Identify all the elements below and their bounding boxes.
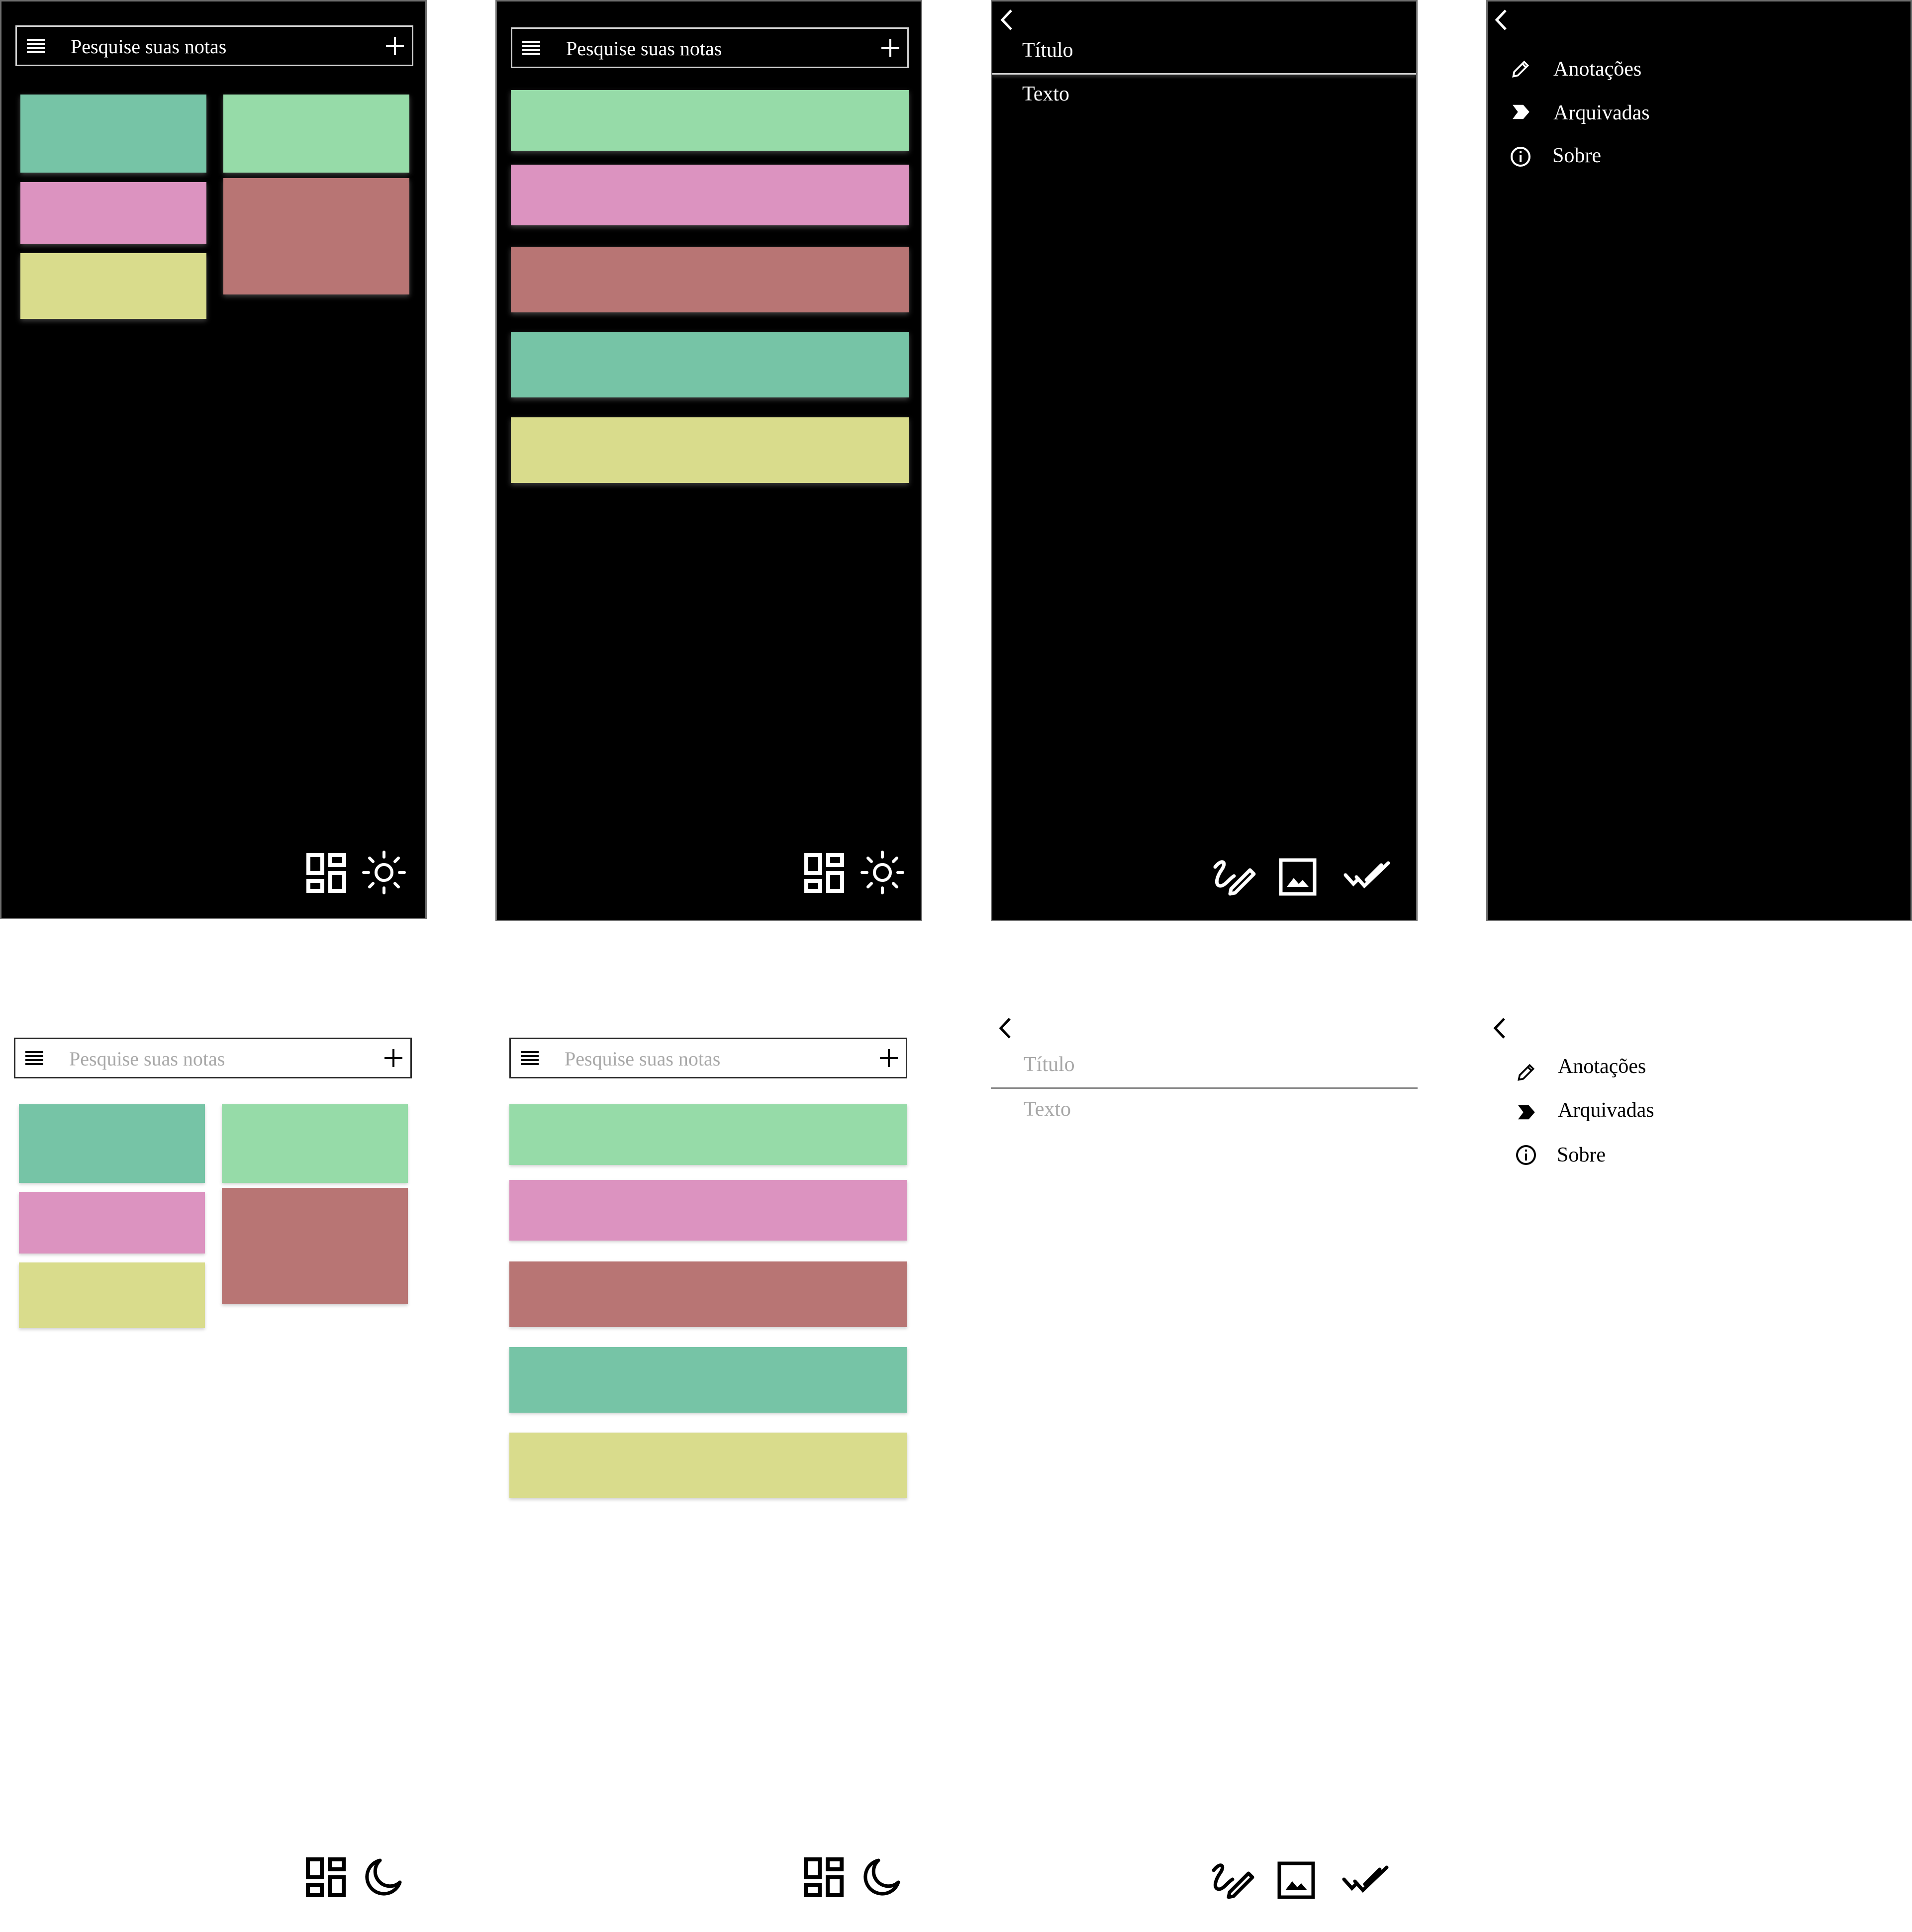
search-bar[interactable]: Pesquise suas notas — [15, 25, 413, 66]
pencil-icon — [1512, 60, 1530, 78]
info-icon — [1516, 1145, 1536, 1165]
title-divider — [992, 73, 1416, 75]
note-card-mint[interactable] — [223, 95, 409, 173]
dashboard-layout-icon[interactable] — [804, 1857, 844, 1897]
drawer-light-screen: Anotações Arquivadas Sobre — [1486, 1011, 1912, 1932]
back-icon[interactable] — [1494, 8, 1509, 31]
home-list-light-screen: Pesquise suas notas — [495, 1011, 922, 1932]
drawer-dark-screen: Anotações Arquivadas Sobre — [1486, 0, 1912, 921]
draw-icon[interactable] — [1210, 1859, 1254, 1899]
note-card-yellow[interactable] — [19, 1262, 205, 1328]
note-card-mint[interactable] — [222, 1104, 408, 1183]
home-grid-dark-screen: Pesquise suas notas — [0, 0, 427, 919]
info-icon — [1511, 147, 1530, 167]
title-divider — [991, 1087, 1418, 1089]
note-card-mint[interactable] — [511, 90, 909, 151]
note-card-pink[interactable] — [511, 165, 909, 225]
editor-light-screen: Título Texto — [991, 1011, 1418, 1932]
search-input[interactable]: Pesquise suas notas — [71, 35, 226, 58]
title-input[interactable]: Título — [1022, 38, 1073, 62]
moon-icon[interactable] — [861, 1857, 901, 1897]
note-card-pink[interactable] — [509, 1180, 907, 1241]
sun-icon[interactable] — [860, 850, 905, 895]
done-all-icon[interactable] — [1343, 858, 1393, 893]
drawer-item-sobre[interactable]: Sobre — [1557, 1143, 1606, 1167]
note-card-rose[interactable] — [511, 247, 909, 312]
draw-icon[interactable] — [1211, 856, 1256, 896]
note-card-yellow[interactable] — [511, 417, 909, 483]
note-card-yellow[interactable] — [20, 253, 206, 319]
dashboard-layout-icon[interactable] — [306, 1857, 346, 1897]
search-bar[interactable]: Pesquise suas notas — [14, 1038, 412, 1078]
home-grid-light-screen: Pesquise suas notas — [0, 1011, 427, 1932]
note-card-rose[interactable] — [223, 178, 409, 294]
menu-icon[interactable] — [522, 40, 540, 56]
title-input[interactable]: Título — [1024, 1053, 1075, 1076]
plus-icon[interactable] — [878, 1047, 900, 1069]
search-input[interactable]: Pesquise suas notas — [565, 1047, 720, 1070]
back-icon[interactable] — [999, 8, 1014, 31]
note-card-teal[interactable] — [20, 95, 206, 173]
back-icon[interactable] — [1492, 1017, 1507, 1040]
search-bar[interactable]: Pesquise suas notas — [511, 27, 909, 68]
plus-icon[interactable] — [382, 1047, 404, 1069]
editor-dark-screen: Título Texto — [991, 0, 1418, 921]
pencil-icon — [1518, 1063, 1535, 1081]
home-list-dark-screen: Pesquise suas notas — [495, 0, 922, 921]
text-input[interactable]: Texto — [1024, 1097, 1071, 1121]
note-card-teal[interactable] — [19, 1104, 205, 1183]
sun-icon[interactable] — [362, 850, 406, 895]
label-icon — [1518, 1105, 1535, 1120]
drawer-item-anotacoes[interactable]: Anotações — [1553, 57, 1641, 81]
moon-icon[interactable] — [363, 1857, 403, 1897]
image-icon[interactable] — [1277, 1861, 1315, 1899]
back-icon[interactable] — [998, 1017, 1013, 1040]
drawer-item-arquivadas[interactable]: Arquivadas — [1558, 1098, 1654, 1122]
text-input[interactable]: Texto — [1022, 82, 1069, 106]
drawer-item-arquivadas[interactable]: Arquivadas — [1553, 101, 1650, 125]
search-input[interactable]: Pesquise suas notas — [566, 37, 722, 60]
image-icon[interactable] — [1279, 858, 1317, 896]
search-input[interactable]: Pesquise suas notas — [69, 1047, 225, 1070]
note-card-pink[interactable] — [19, 1192, 205, 1254]
dashboard-layout-icon[interactable] — [306, 853, 346, 893]
done-all-icon[interactable] — [1342, 1862, 1392, 1897]
note-card-rose[interactable] — [222, 1188, 408, 1304]
plus-icon[interactable] — [384, 35, 406, 57]
note-card-mint[interactable] — [509, 1104, 907, 1165]
note-card-rose[interactable] — [509, 1261, 907, 1327]
menu-icon[interactable] — [521, 1050, 539, 1066]
menu-icon[interactable] — [25, 1050, 43, 1066]
note-card-pink[interactable] — [20, 182, 206, 244]
note-card-yellow[interactable] — [509, 1433, 907, 1498]
drawer-item-anotacoes[interactable]: Anotações — [1558, 1055, 1646, 1078]
menu-icon[interactable] — [27, 38, 45, 54]
note-card-teal[interactable] — [509, 1347, 907, 1413]
label-icon — [1513, 104, 1530, 119]
dashboard-layout-icon[interactable] — [804, 853, 844, 893]
drawer-item-sobre[interactable]: Sobre — [1552, 144, 1601, 168]
plus-icon[interactable] — [879, 37, 901, 59]
note-card-teal[interactable] — [511, 332, 909, 397]
search-bar[interactable]: Pesquise suas notas — [509, 1038, 907, 1078]
